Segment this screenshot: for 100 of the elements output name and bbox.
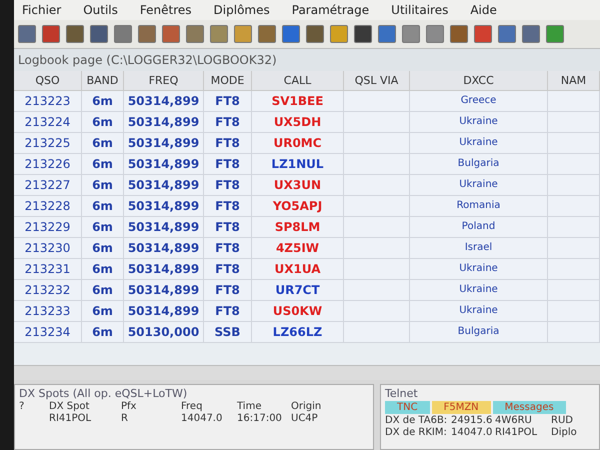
table-cell <box>344 217 410 238</box>
table-cell: FT8 <box>204 91 252 112</box>
table-cell: FT8 <box>204 259 252 280</box>
table-cell: 213223 <box>14 91 82 112</box>
table-cell: 6m <box>82 259 124 280</box>
table-cell <box>548 175 600 196</box>
table-cell: 213229 <box>14 217 82 238</box>
table-cell: SSB <box>204 322 252 343</box>
table-cell <box>344 280 410 301</box>
table-cell: Ukraine <box>410 112 548 133</box>
table-cell <box>548 238 600 259</box>
table-cell: FT8 <box>204 301 252 322</box>
menu-item[interactable]: Outils <box>83 3 118 17</box>
telnet-tab[interactable]: F5MZN <box>432 401 491 414</box>
column-header[interactable]: Time <box>237 401 291 412</box>
table-cell: Ukraine <box>410 175 548 196</box>
toolbar-button[interactable] <box>210 25 228 43</box>
toolbar-button[interactable] <box>234 25 252 43</box>
table-cell: Greece <box>410 91 548 112</box>
toolbar-button[interactable] <box>498 25 516 43</box>
table-cell: 6m <box>82 112 124 133</box>
column-header[interactable]: QSL VIA <box>344 71 410 91</box>
telnet-cell-text: DX de RKIM: <box>385 427 448 438</box>
menu-item[interactable]: Fenêtres <box>140 3 192 17</box>
telnet-cell-text: Diplo <box>551 427 578 438</box>
table-cell: UX1UA <box>252 259 344 280</box>
table-cell: Bulgaria <box>410 154 548 175</box>
toolbar-button[interactable] <box>90 25 108 43</box>
toolbar-button[interactable] <box>450 25 468 43</box>
menu-item[interactable]: Paramétrage <box>292 3 370 17</box>
toolbar-button[interactable] <box>138 25 156 43</box>
toolbar-button[interactable] <box>402 25 420 43</box>
table-cell <box>548 259 600 280</box>
column-header[interactable]: FREQ <box>124 71 204 91</box>
table-cell: 50314,899 <box>124 259 204 280</box>
table-cell: FT8 <box>204 280 252 301</box>
table-cell: 213232 <box>14 280 82 301</box>
table-cell: 6m <box>82 175 124 196</box>
table-cell: FT8 <box>204 112 252 133</box>
column-header[interactable]: NAM <box>548 71 600 91</box>
table-cell: FT8 <box>204 238 252 259</box>
column-header[interactable]: DXCC <box>410 71 548 91</box>
toolbar-button[interactable] <box>378 25 396 43</box>
table-cell: 213228 <box>14 196 82 217</box>
table-cell: US0KW <box>252 301 344 322</box>
panel-title: Telnet <box>385 387 419 400</box>
horizontal-scrollbar[interactable] <box>14 365 600 380</box>
table-cell: Ukraine <box>410 280 548 301</box>
column-header[interactable]: CALL <box>252 71 344 91</box>
toolbar-button[interactable] <box>66 25 84 43</box>
table-cell: 50314,899 <box>124 91 204 112</box>
table-cell: FT8 <box>204 196 252 217</box>
table-cell: FT8 <box>204 154 252 175</box>
table-cell <box>344 133 410 154</box>
toolbar-button[interactable] <box>42 25 60 43</box>
column-header[interactable]: MODE <box>204 71 252 91</box>
table-cell: 6m <box>82 154 124 175</box>
spot-cell-text: RI41POL <box>49 413 92 424</box>
menu-item[interactable]: Aide <box>470 3 497 17</box>
column-header[interactable]: ? <box>19 401 49 412</box>
toolbar-button[interactable] <box>546 25 564 43</box>
column-header[interactable]: BAND <box>82 71 124 91</box>
table-cell <box>344 259 410 280</box>
table-cell: 50314,899 <box>124 112 204 133</box>
table-cell: Romania <box>410 196 548 217</box>
toolbar-button[interactable] <box>426 25 444 43</box>
menu-item[interactable]: Diplômes <box>214 3 270 17</box>
table-cell: YO5APJ <box>252 196 344 217</box>
table-cell: UX5DH <box>252 112 344 133</box>
table-cell <box>344 154 410 175</box>
table-cell: Bulgaria <box>410 322 548 343</box>
column-header[interactable]: Origin <box>291 401 351 412</box>
table-cell: 50314,899 <box>124 280 204 301</box>
table-cell <box>344 238 410 259</box>
toolbar-button[interactable] <box>282 25 300 43</box>
table-cell: 50130,000 <box>124 322 204 343</box>
menu-item[interactable]: Utilitaires <box>391 3 448 17</box>
table-cell <box>548 301 600 322</box>
toolbar-button[interactable] <box>522 25 540 43</box>
table-cell: 50314,899 <box>124 301 204 322</box>
table-cell <box>344 112 410 133</box>
toolbar-button[interactable] <box>354 25 372 43</box>
table-cell <box>344 301 410 322</box>
toolbar-button[interactable] <box>258 25 276 43</box>
toolbar-button[interactable] <box>306 25 324 43</box>
column-header[interactable]: DX Spot <box>49 401 121 412</box>
menu-item[interactable]: Fichier <box>22 3 62 17</box>
table-cell <box>548 280 600 301</box>
column-header[interactable]: Pfx <box>121 401 181 412</box>
telnet-cell-text: 24915.6 <box>451 415 494 426</box>
toolbar-button[interactable] <box>330 25 348 43</box>
table-cell: 6m <box>82 91 124 112</box>
table-cell: 50314,899 <box>124 238 204 259</box>
table-cell <box>548 112 600 133</box>
toolbar-button[interactable] <box>18 25 36 43</box>
column-header[interactable]: QSO <box>14 71 82 91</box>
table-cell: FT8 <box>204 175 252 196</box>
column-header[interactable]: Freq <box>181 401 237 412</box>
table-cell <box>548 196 600 217</box>
table-cell: 50314,899 <box>124 154 204 175</box>
